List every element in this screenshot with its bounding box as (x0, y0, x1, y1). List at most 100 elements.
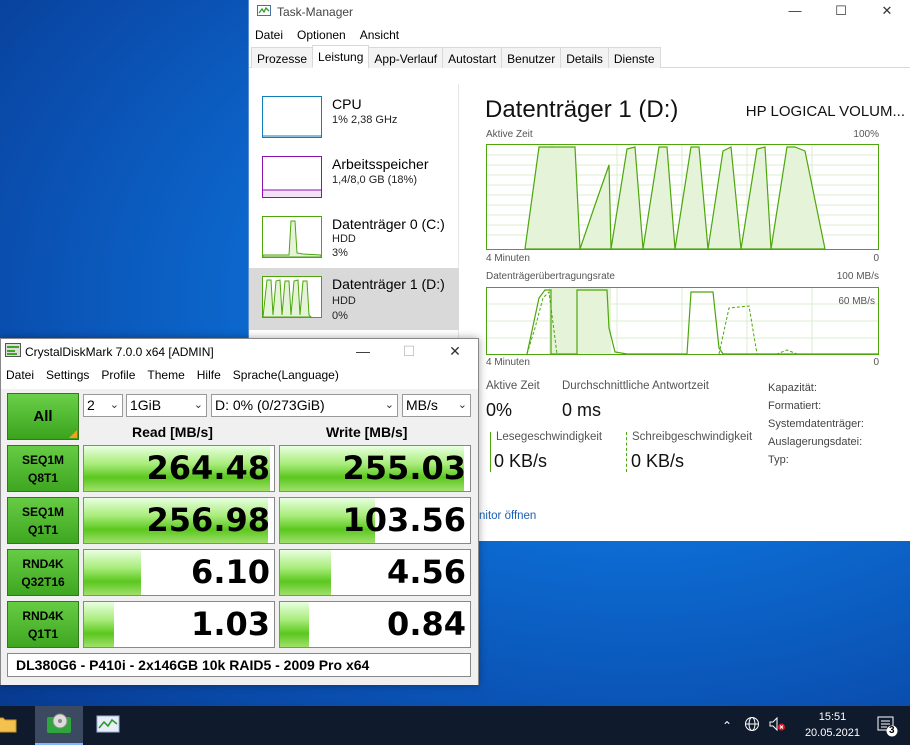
sidebar-item-label: Datenträger 1 (D:) (332, 276, 445, 292)
size-select[interactable]: 1GiB ⌄ (126, 394, 207, 417)
run-all-button[interactable]: All (7, 393, 79, 440)
test-name: SEQ1M (21, 453, 64, 467)
tm-title: Task-Manager (277, 5, 354, 19)
read-result-cell: 256.98 (83, 497, 275, 544)
disk-properties: Kapazität: Formatiert: Systemdatenträger… (768, 379, 864, 469)
tm-menu-ansicht[interactable]: Ansicht (360, 28, 399, 42)
graph1-left: 4 Minuten (486, 253, 530, 264)
taskbar-clock[interactable]: 15:51 20.05.2021 (805, 709, 860, 741)
test-button-seq1m-q8t1[interactable]: SEQ1M Q8T1 (7, 445, 79, 492)
drive-select[interactable]: D: 0% (0/273GiB) ⌄ (211, 394, 398, 417)
graph2-mid: 60 MB/s (838, 296, 875, 307)
tab-dienste[interactable]: Dienste (607, 47, 661, 68)
cdm-menu-settings[interactable]: Settings (46, 368, 89, 382)
cdm-minimize-button[interactable]: — (340, 339, 386, 364)
sidebar-item-sub: HDD (332, 295, 356, 307)
read-speed-value: 0 KB/s (494, 451, 548, 471)
maximize-button[interactable]: ☐ (818, 0, 864, 24)
action-center-button[interactable]: 3 (876, 715, 898, 740)
write-result-cell: 0.84 (279, 601, 471, 648)
read-result-cell: 1.03 (83, 601, 275, 648)
read-value: 6.10 (191, 553, 270, 591)
test-params: Q32T16 (21, 575, 65, 589)
taskbar-task-manager[interactable] (84, 706, 132, 745)
write-result-cell: 103.56 (279, 497, 471, 544)
taskbar-explorer[interactable] (0, 706, 30, 745)
sidebar-item-sub2: 0% (332, 310, 348, 322)
sidebar-item-disk0[interactable]: Datenträger 0 (C:) HDD 3% (249, 208, 459, 270)
clock-time: 15:51 (818, 711, 847, 723)
test-name: RND4K (22, 609, 64, 623)
cdm-menu-hilfe[interactable]: Hilfe (197, 368, 221, 382)
graph2-left: 4 Minuten (486, 357, 530, 368)
tab-autostart[interactable]: Autostart (442, 47, 503, 68)
minimize-button[interactable]: — (772, 0, 818, 24)
cdm-menubar: Datei Settings Profile Theme Hilfe Sprac… (1, 364, 478, 386)
write-bar (280, 602, 309, 647)
write-value: 103.56 (342, 501, 466, 539)
cpu-thumbnail (262, 96, 322, 138)
sidebar-item-sub: 1% 2,38 GHz (332, 114, 398, 126)
tab-benutzer[interactable]: Benutzer (501, 47, 562, 68)
folder-icon (0, 715, 17, 736)
graph2-label: Datenträgerübertragungsrate (486, 271, 615, 282)
chevron-down-icon: ⌄ (109, 399, 119, 411)
write-value: 255.03 (342, 449, 466, 487)
tab-app-verlauf[interactable]: App-Verlauf (368, 47, 444, 68)
sidebar-item-cpu[interactable]: CPU 1% 2,38 GHz (249, 88, 459, 150)
cdm-menu-profile[interactable]: Profile (101, 368, 135, 382)
count-value: 2 (87, 397, 95, 413)
write-speed-value: 0 KB/s (631, 451, 685, 471)
corner-marker (69, 430, 77, 438)
active-time-label: Aktive Zeit (486, 380, 540, 392)
resource-monitor-link[interactable]: nitor öffnen (479, 510, 536, 522)
close-button[interactable]: ✕ (864, 0, 910, 24)
chevron-up-icon[interactable]: ⌃ (722, 719, 732, 733)
network-icon[interactable] (744, 716, 760, 735)
cdm-menu-datei[interactable]: Datei (6, 368, 34, 382)
write-speed-label: Schreibgeschwindigkeit (632, 431, 753, 443)
speaker-muted-icon[interactable] (768, 716, 786, 735)
unit-select[interactable]: MB/s ⌄ (402, 394, 471, 417)
read-speed-label: Lesegeschwindigkeit (496, 431, 603, 443)
response-time-value: 0 ms (562, 400, 602, 420)
crystaldiskmark-icon (46, 711, 72, 738)
taskbar-crystaldiskmark[interactable] (35, 706, 83, 745)
write-result-cell: 255.03 (279, 445, 471, 492)
prop-page-file: Auslagerungsdatei: (768, 436, 863, 448)
tab-leistung[interactable]: Leistung (312, 45, 370, 68)
disk0-thumbnail (262, 216, 322, 258)
test-button-rnd4k-q1t1[interactable]: RND4K Q1T1 (7, 601, 79, 648)
test-name: RND4K (22, 557, 64, 571)
test-params: Q8T1 (27, 471, 58, 485)
notification-count: 3 (889, 725, 895, 736)
read-bar (84, 602, 115, 647)
cdm-menu-theme[interactable]: Theme (147, 368, 184, 382)
prop-formatted: Formatiert: (768, 400, 822, 412)
sidebar-item-disk1[interactable]: Datenträger 1 (D:) HDD 0% (249, 268, 459, 330)
run-all-label: All (33, 408, 53, 425)
write-bar (280, 550, 332, 595)
unit-value: MB/s (406, 397, 438, 413)
read-value: 264.48 (146, 449, 270, 487)
cdm-menu-language[interactable]: Sprache(Language) (233, 368, 339, 382)
tm-menu-optionen[interactable]: Optionen (297, 28, 346, 42)
graph2-right: 0 (873, 357, 879, 368)
tm-menu-datei[interactable]: Datei (255, 28, 283, 42)
size-value: 1GiB (130, 397, 162, 413)
cdm-body: All 2 ⌄ 1GiB ⌄ D: 0% (0/273GiB) ⌄ MB/s ⌄… (1, 389, 478, 685)
test-button-seq1m-q1t1[interactable]: SEQ1M Q1T1 (7, 497, 79, 544)
tab-prozesse[interactable]: Prozesse (251, 47, 314, 68)
cdm-maximize-button: ☐ (402, 343, 416, 359)
read-value: 1.03 (191, 605, 270, 643)
active-time-graph (486, 144, 879, 250)
tab-details[interactable]: Details (560, 47, 609, 68)
test-params: Q1T1 (27, 627, 58, 641)
test-button-rnd4k-q32t16[interactable]: RND4K Q32T16 (7, 549, 79, 596)
clock-date: 20.05.2021 (804, 727, 860, 739)
read-indicator-line (490, 432, 491, 472)
cdm-close-button[interactable]: ✕ (432, 339, 478, 364)
sidebar-item-memory[interactable]: Arbeitsspeicher 1,4/8,0 GB (18%) (249, 148, 459, 210)
count-select[interactable]: 2 ⌄ (83, 394, 123, 417)
comment-field[interactable]: DL380G6 - P410i - 2x146GB 10k RAID5 - 20… (7, 653, 471, 677)
